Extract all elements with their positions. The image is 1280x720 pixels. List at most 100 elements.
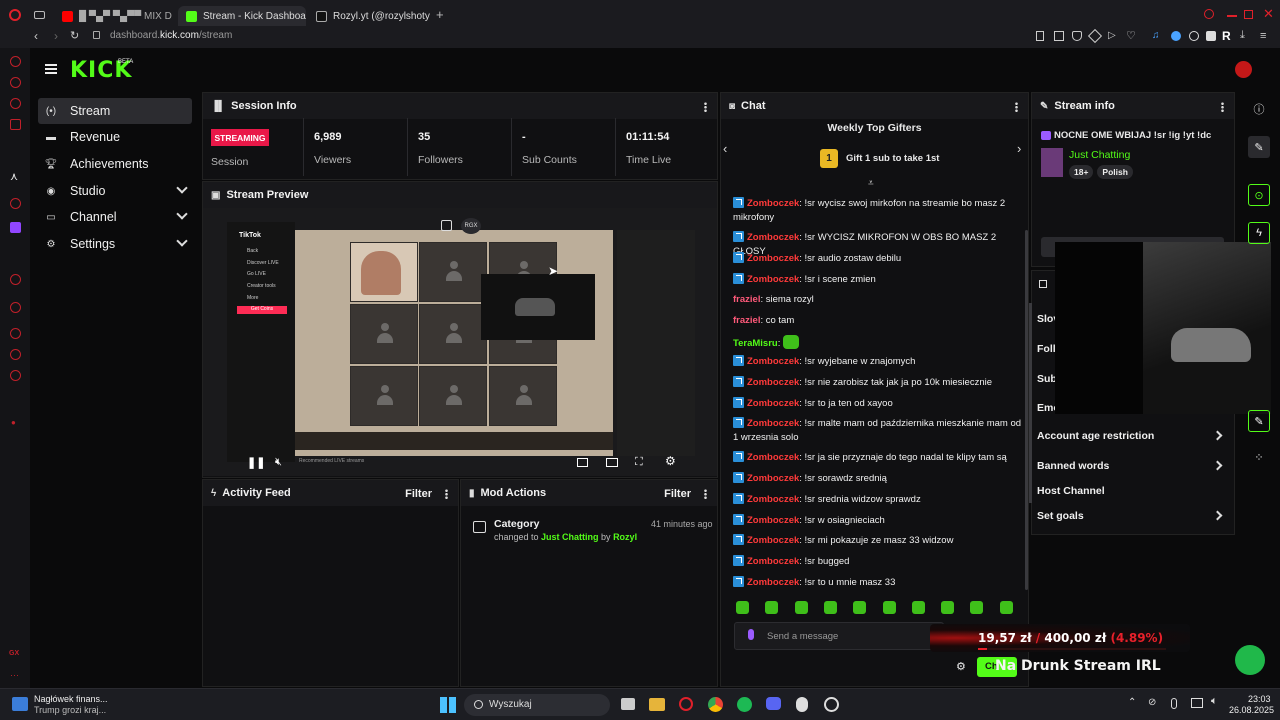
emote-quick-icon[interactable] [911,601,925,614]
history-icon[interactable] [10,328,21,339]
play-icon[interactable]: ▷ [1108,30,1116,41]
chat-settings-scrollbar[interactable] [1029,303,1032,503]
setting-row-set-goals[interactable]: Set goals [1037,510,1225,522]
setting-row-host-channel[interactable]: Host Channel [1037,485,1225,497]
tray-chevron-icon[interactable]: ⌃ [1128,697,1136,708]
setting-row-banned-words[interactable]: Banned words [1037,460,1225,472]
heart-icon[interactable]: ♡ [1126,29,1136,42]
emote-quick-icon[interactable] [823,601,837,614]
chat-username[interactable]: fraziel [733,294,760,305]
task-view-icon[interactable] [621,698,635,710]
sidebar-more-icon[interactable]: ● [11,418,16,427]
bookmark-icon[interactable] [1036,31,1044,41]
browser-menu-icon[interactable]: ≡ [1260,30,1266,42]
tag-icon[interactable] [1087,28,1103,44]
shapes-icon[interactable]: ⁘ [1248,446,1270,468]
clock-time[interactable]: 23:03 [1248,694,1271,704]
gifters-prev-icon[interactable]: ‹ [723,141,727,156]
sidebar-app-icon[interactable] [10,77,21,88]
gifters-cta[interactable]: Gift 1 sub to take 1st [846,153,939,164]
opera-gx-taskbar-icon[interactable] [679,697,693,711]
shield-icon[interactable] [1072,31,1082,41]
chat-username[interactable]: Zomboczek [747,418,799,429]
taskbar-search[interactable]: Wyszukaj [464,694,610,716]
spotify-icon[interactable] [737,697,752,712]
twitch-icon[interactable] [10,222,21,233]
snapshot-icon[interactable] [1054,31,1064,41]
sidebar-app-icon[interactable] [10,302,21,313]
info-icon[interactable]: ⓘ [1248,98,1270,120]
sidebar-app-icon[interactable] [10,98,21,109]
stream-video[interactable]: TikTok Back Discover LIVE Go LIVE Creato… [203,208,717,476]
search-icon[interactable] [1204,9,1214,19]
nav-revenue[interactable]: ▬ Revenue [38,124,192,150]
scroll-down-icon[interactable]: ⩡ [868,178,874,189]
camera-toggle-icon[interactable]: ⊙ [1248,184,1270,206]
chat-scrollbar[interactable] [1025,230,1028,590]
chat-input[interactable]: Send a message [734,622,944,650]
chat-username[interactable]: Zomboczek [747,274,799,285]
filter-button[interactable]: Filter [405,488,432,500]
network-icon[interactable]: ⊘ [1148,697,1156,708]
sidebar-app-icon[interactable] [10,119,21,130]
nav-studio[interactable]: ◉ Studio [38,178,192,204]
news-widget-icon[interactable] [12,697,28,711]
restore-icon[interactable] [1244,10,1253,19]
music-icon[interactable]: ♫ [1152,30,1160,41]
player-settings-icon[interactable]: ⚙ [665,454,676,468]
sidebar-kick-icon[interactable]: ⋏ [10,170,18,183]
gifters-next-icon[interactable]: › [1017,141,1021,156]
opera-logo-icon[interactable] [9,9,21,21]
nav-achievements[interactable]: 🏆︎ Achievements [38,151,192,177]
mod-entry-category-link[interactable]: Just Chatting [541,532,599,542]
new-tab-icon[interactable]: + [436,7,444,22]
chat-username[interactable]: Zomboczek [747,494,799,505]
kebab-menu-icon[interactable] [704,102,707,112]
chat-settings-icon[interactable]: ⚙ [956,660,966,673]
sidebar-dots-icon[interactable]: ··· [10,670,19,680]
sidebar-app-icon[interactable] [10,274,21,285]
emote-quick-icon[interactable] [853,601,867,614]
theater-icon[interactable] [606,458,618,467]
sidebar-app-icon[interactable] [10,349,21,360]
chat-username[interactable]: Zomboczek [747,452,799,463]
kebab-menu-icon[interactable] [445,489,448,499]
puzzle-icon[interactable] [1206,31,1216,41]
app-icon[interactable] [796,697,808,712]
tabs-menu-icon[interactable] [34,11,45,19]
emote-quick-icon[interactable] [765,601,779,614]
hamburger-menu-icon[interactable] [43,62,59,76]
sidebar-app-icon[interactable] [10,198,21,209]
nav-channel[interactable]: ▭ Channel [38,204,192,230]
news-subtitle[interactable]: Trump grozi kraj... [34,705,106,715]
kebab-menu-icon[interactable] [704,489,707,499]
emote-quick-icon[interactable] [736,601,749,614]
gx-icon[interactable]: GX [9,650,19,657]
emote-quick-icon[interactable] [941,601,955,614]
user-avatar[interactable] [1235,61,1252,78]
emote-quick-icon[interactable] [882,601,896,614]
obs-icon[interactable] [824,697,839,712]
chat-username[interactable]: Zomboczek [747,253,799,264]
wrench-toggle-icon[interactable]: ✎ [1248,410,1270,432]
microphone-icon[interactable] [748,629,754,640]
tab-music[interactable]: █ ▀▄▀ ▀▄▀▀ MIX D [54,6,172,26]
speaker-tray-icon[interactable]: 🔈︎ [1211,695,1218,708]
bolt-toggle-icon[interactable]: ϟ [1248,222,1270,244]
start-windows-icon[interactable] [440,697,456,713]
reload-icon[interactable]: ↻ [70,29,79,42]
filter-button[interactable]: Filter [664,488,691,500]
tab-tiktok[interactable]: Rozyl.yt (@rozylshoty [308,6,430,26]
chat-username[interactable]: Zomboczek [747,356,799,367]
news-title[interactable]: Nagłówek finans... [34,694,108,704]
emote-quick-icon[interactable] [970,601,984,614]
back-icon[interactable]: ‹ [34,29,38,43]
kebab-menu-icon[interactable] [1015,102,1018,112]
sidebar-app-icon[interactable] [10,56,21,67]
chat-username[interactable]: Zomboczek [747,535,799,546]
kebab-menu-icon[interactable] [1221,102,1224,112]
pause-icon[interactable]: ❚❚ [247,456,265,469]
category-link[interactable]: Just Chatting [1069,149,1130,161]
setting-row-account-age[interactable]: Account age restriction [1037,430,1225,442]
forward-icon[interactable]: › [54,29,58,43]
